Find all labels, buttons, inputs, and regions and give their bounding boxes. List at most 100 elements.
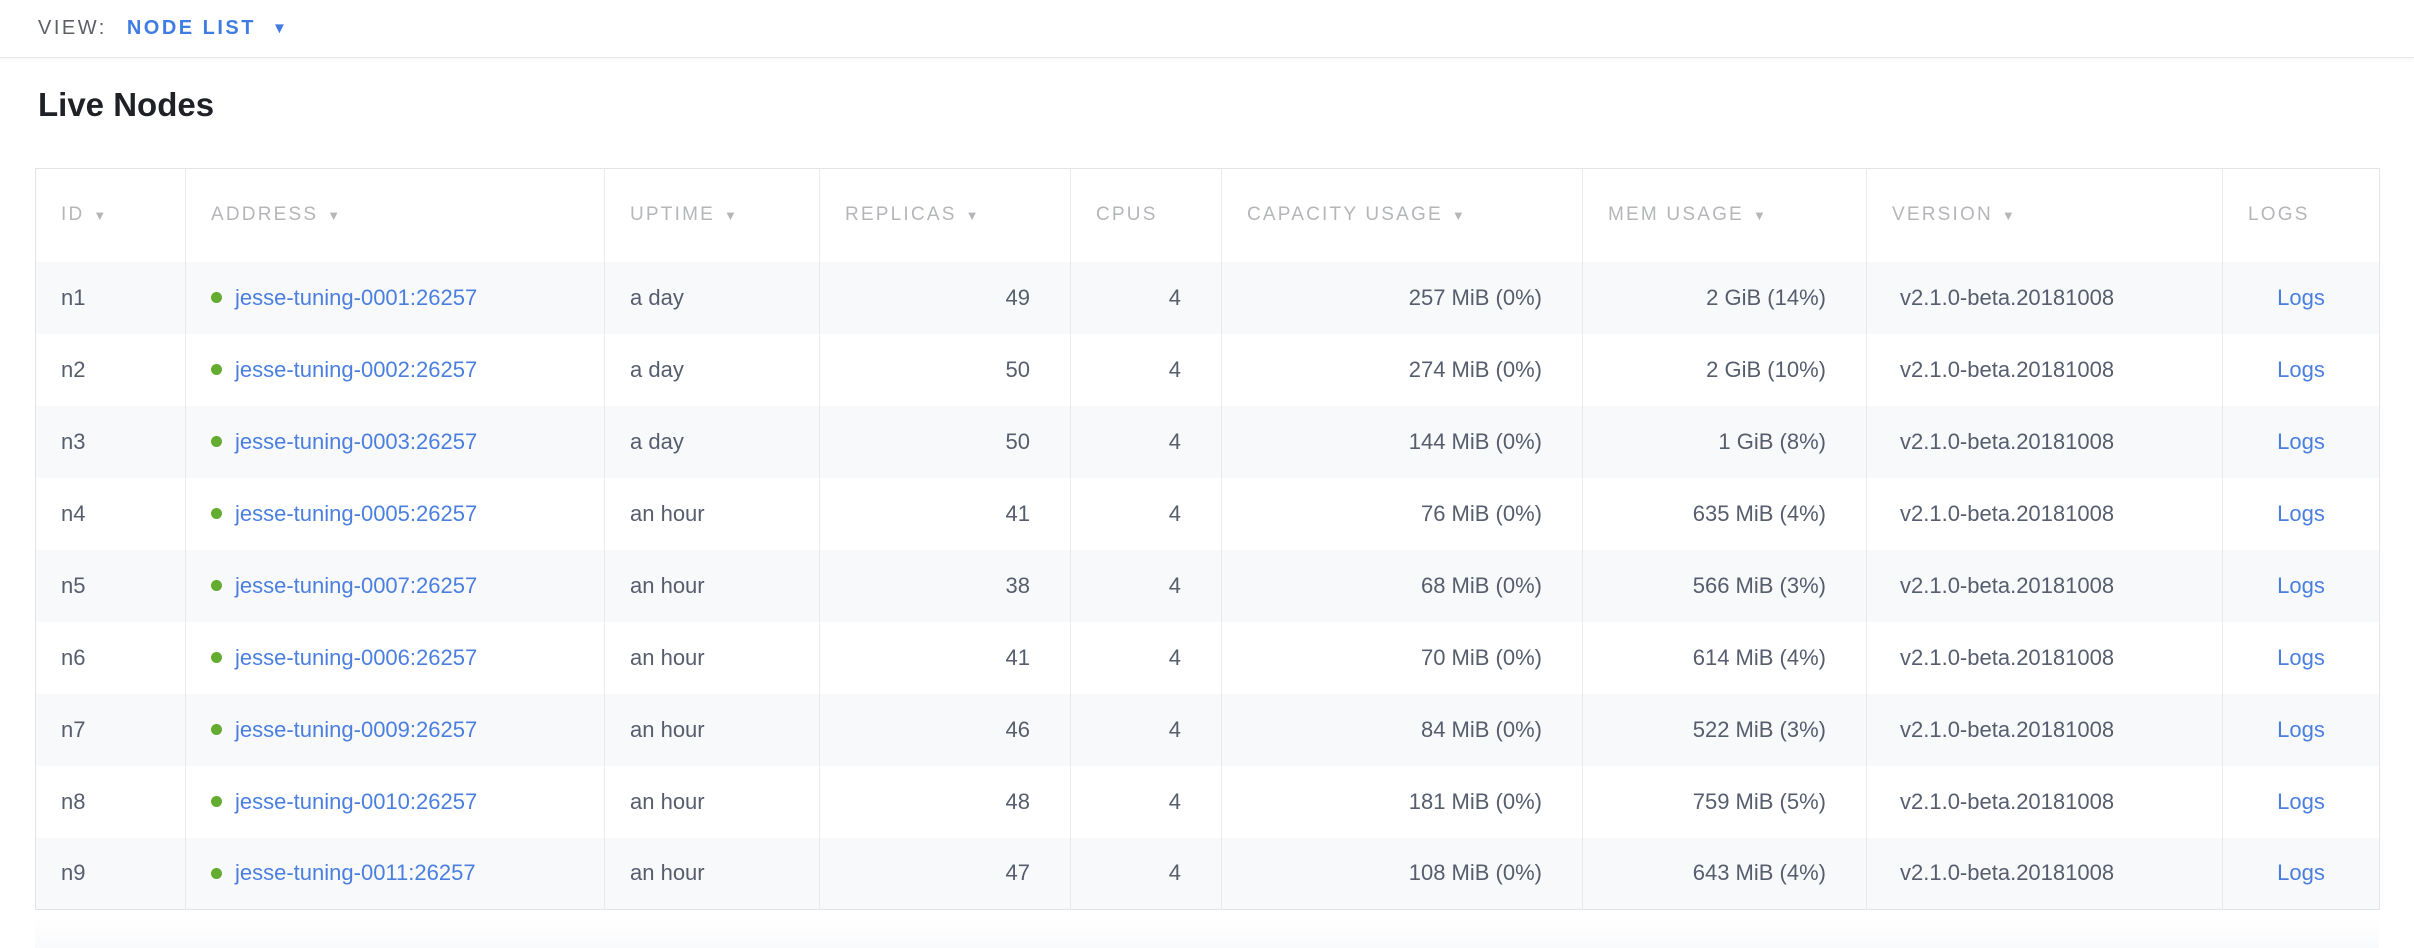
node-capacity-usage-cell: 76 MiB (0%) — [1222, 478, 1583, 550]
node-live-status-icon — [211, 292, 222, 303]
node-address-link[interactable]: jesse-tuning-0006:26257 — [235, 645, 477, 671]
node-address-link[interactable]: jesse-tuning-0003:26257 — [235, 429, 477, 455]
node-logs-link[interactable]: Logs — [2277, 501, 2325, 526]
node-address-cell: jesse-tuning-0007:26257 — [186, 550, 605, 622]
node-logs-cell: Logs — [2223, 694, 2380, 766]
node-logs-cell: Logs — [2223, 838, 2380, 910]
node-cpus-cell: 4 — [1071, 334, 1222, 406]
column-header-capacity-usage[interactable]: CAPACITY USAGE▼ — [1222, 169, 1583, 262]
node-replicas-cell: 48 — [820, 766, 1071, 838]
node-live-status-icon — [211, 436, 222, 447]
node-mem-usage-cell: 759 MiB (5%) — [1583, 766, 1867, 838]
table-row: n8 jesse-tuning-0010:26257 an hour 48 4 … — [36, 766, 2380, 838]
node-address-cell: jesse-tuning-0002:26257 — [186, 334, 605, 406]
node-logs-link[interactable]: Logs — [2277, 789, 2325, 814]
node-id-cell: n8 — [36, 766, 186, 838]
column-header-replicas[interactable]: REPLICAS▼ — [820, 169, 1071, 262]
column-header-label: CPUS — [1096, 204, 1158, 225]
node-uptime-cell: an hour — [605, 478, 820, 550]
dropdown-arrow-icon[interactable]: ▼ — [272, 21, 287, 36]
node-address-cell: jesse-tuning-0006:26257 — [186, 622, 605, 694]
node-address-link[interactable]: jesse-tuning-0002:26257 — [235, 357, 477, 383]
column-header-label: UPTIME — [630, 204, 715, 225]
page-title: Live Nodes — [38, 86, 2379, 124]
column-header-label: LOGS — [2248, 204, 2310, 225]
node-version-cell: v2.1.0-beta.20181008 — [1867, 694, 2223, 766]
node-address-cell: jesse-tuning-0009:26257 — [186, 694, 605, 766]
node-address-cell: jesse-tuning-0001:26257 — [186, 262, 605, 334]
table-row: n1 jesse-tuning-0001:26257 a day 49 4 25… — [36, 262, 2380, 334]
node-mem-usage-cell: 1 GiB (8%) — [1583, 406, 1867, 478]
node-id-cell: n7 — [36, 694, 186, 766]
node-uptime-cell: a day — [605, 334, 820, 406]
node-address-cell: jesse-tuning-0010:26257 — [186, 766, 605, 838]
node-cpus-cell: 4 — [1071, 406, 1222, 478]
node-logs-link[interactable]: Logs — [2277, 860, 2325, 885]
view-dropdown-value[interactable]: NODE LIST — [127, 17, 256, 40]
sort-arrow-icon: ▼ — [327, 208, 342, 223]
node-uptime-cell: a day — [605, 262, 820, 334]
node-capacity-usage-cell: 108 MiB (0%) — [1222, 838, 1583, 910]
node-logs-link[interactable]: Logs — [2277, 717, 2325, 742]
node-logs-link[interactable]: Logs — [2277, 357, 2325, 382]
node-logs-link[interactable]: Logs — [2277, 573, 2325, 598]
column-header-version[interactable]: VERSION ▼ — [1867, 169, 2223, 262]
node-uptime-cell: an hour — [605, 694, 820, 766]
column-header-uptime[interactable]: UPTIME ▼ — [605, 169, 820, 262]
column-header-address[interactable]: ADDRESS ▼ — [186, 169, 605, 262]
sort-arrow-icon: ▼ — [2002, 208, 2017, 223]
node-replicas-cell: 41 — [820, 622, 1071, 694]
node-address-link[interactable]: jesse-tuning-0001:26257 — [235, 285, 477, 311]
node-logs-link[interactable]: Logs — [2277, 645, 2325, 670]
node-uptime-cell: an hour — [605, 622, 820, 694]
node-logs-link[interactable]: Logs — [2277, 429, 2325, 454]
table-row: n5 jesse-tuning-0007:26257 an hour 38 4 … — [36, 550, 2380, 622]
node-address-link[interactable]: jesse-tuning-0010:26257 — [235, 789, 477, 815]
column-header-label: ADDRESS — [211, 204, 318, 225]
node-live-status-icon — [211, 364, 222, 375]
node-live-status-icon — [211, 580, 222, 591]
node-replicas-cell: 47 — [820, 838, 1071, 910]
column-header-id[interactable]: ID▼ — [36, 169, 186, 262]
node-address-link[interactable]: jesse-tuning-0011:26257 — [235, 860, 476, 886]
node-logs-cell: Logs — [2223, 766, 2380, 838]
node-uptime-cell: a day — [605, 406, 820, 478]
node-address-link[interactable]: jesse-tuning-0005:26257 — [235, 501, 477, 527]
node-logs-link[interactable]: Logs — [2277, 285, 2325, 310]
column-header-cpus: CPUS — [1071, 169, 1222, 262]
table-row: n7 jesse-tuning-0009:26257 an hour 46 4 … — [36, 694, 2380, 766]
column-header-mem-usage[interactable]: MEM USAGE▼ — [1583, 169, 1867, 262]
sort-arrow-icon: ▼ — [724, 208, 739, 223]
node-id-cell: n2 — [36, 334, 186, 406]
node-live-status-icon — [211, 652, 222, 663]
node-version-cell: v2.1.0-beta.20181008 — [1867, 334, 2223, 406]
view-dropdown[interactable]: NODE LIST ▼ — [127, 17, 287, 40]
node-live-status-icon — [211, 724, 222, 735]
node-live-status-icon — [211, 508, 222, 519]
node-version-cell: v2.1.0-beta.20181008 — [1867, 262, 2223, 334]
node-replicas-cell: 38 — [820, 550, 1071, 622]
node-version-cell: v2.1.0-beta.20181008 — [1867, 766, 2223, 838]
node-version-cell: v2.1.0-beta.20181008 — [1867, 478, 2223, 550]
node-uptime-cell: an hour — [605, 550, 820, 622]
node-uptime-cell: an hour — [605, 838, 820, 910]
table-row: n2 jesse-tuning-0002:26257 a day 50 4 27… — [36, 334, 2380, 406]
view-bar: VIEW: NODE LIST ▼ — [0, 0, 2414, 58]
column-header-label: MEM USAGE — [1608, 204, 1744, 225]
node-cpus-cell: 4 — [1071, 262, 1222, 334]
node-capacity-usage-cell: 274 MiB (0%) — [1222, 334, 1583, 406]
node-address-link[interactable]: jesse-tuning-0007:26257 — [235, 573, 477, 599]
column-header-label: CAPACITY USAGE — [1247, 204, 1443, 225]
node-mem-usage-cell: 643 MiB (4%) — [1583, 838, 1867, 910]
node-cpus-cell: 4 — [1071, 550, 1222, 622]
node-mem-usage-cell: 522 MiB (3%) — [1583, 694, 1867, 766]
node-address-link[interactable]: jesse-tuning-0009:26257 — [235, 717, 477, 743]
node-cpus-cell: 4 — [1071, 478, 1222, 550]
column-header-label: ID — [61, 204, 84, 225]
column-header-label: VERSION — [1892, 204, 1993, 225]
table-header-row: ID▼ ADDRESS▼ UPTIME▼ REPLICAS▼ CPUS CAPA… — [36, 169, 2380, 262]
node-cpus-cell: 4 — [1071, 838, 1222, 910]
node-mem-usage-cell: 635 MiB (4%) — [1583, 478, 1867, 550]
table-row: n6 jesse-tuning-0006:26257 an hour 41 4 … — [36, 622, 2380, 694]
node-version-cell: v2.1.0-beta.20181008 — [1867, 622, 2223, 694]
